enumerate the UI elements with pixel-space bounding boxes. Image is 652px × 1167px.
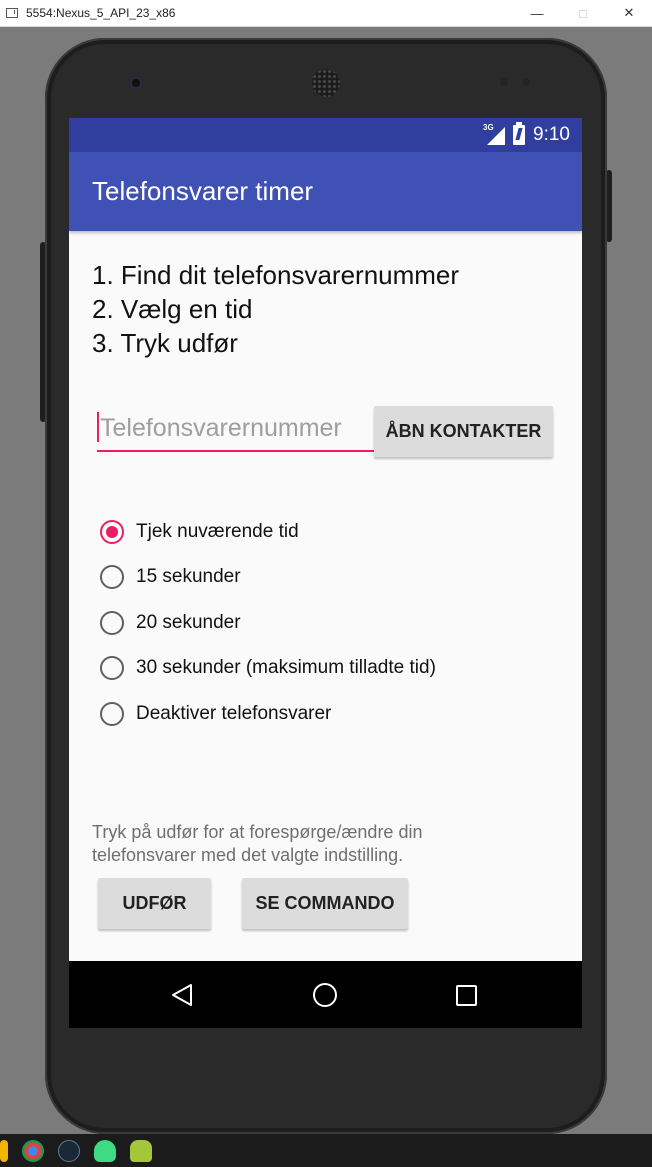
steam-icon[interactable] xyxy=(58,1139,80,1162)
voicemail-number-placeholder: Telefonsvarernummer xyxy=(100,414,342,442)
home-icon[interactable] xyxy=(313,983,337,1007)
time-radio-group: Tjek nuværende tid 15 sekunder 20 sekund… xyxy=(100,509,436,737)
android-emulator-icon[interactable] xyxy=(130,1139,152,1162)
front-camera xyxy=(129,76,143,90)
window-app-icon xyxy=(6,8,18,18)
radio-button[interactable] xyxy=(100,701,124,726)
app-bar: Telefonsvarer timer xyxy=(69,152,582,231)
proximity-sensor xyxy=(500,78,508,86)
status-clock: 9:10 xyxy=(533,124,570,145)
app-title: Telefonsvarer timer xyxy=(92,176,314,206)
radio-15-seconds[interactable]: 15 sekunder xyxy=(100,555,436,601)
radio-button[interactable] xyxy=(100,565,124,590)
light-sensor xyxy=(522,78,530,86)
radio-button[interactable] xyxy=(100,610,124,635)
radio-label: 30 sekunder (maksimum tilladte tid) xyxy=(136,657,436,679)
back-icon[interactable] xyxy=(171,983,193,1007)
window-titlebar: 5554:Nexus_5_API_23_x86 — □ ✕ xyxy=(0,0,652,27)
instruction-step-2: 2. Vælg en tid xyxy=(92,294,253,324)
radio-button[interactable] xyxy=(100,656,124,681)
radio-label: Tjek nuværende tid xyxy=(136,520,299,542)
radio-disable-voicemail[interactable]: Deaktiver telefonsvarer xyxy=(100,691,436,737)
chrome-icon[interactable] xyxy=(22,1139,44,1162)
android-studio-icon[interactable] xyxy=(94,1139,116,1162)
signal-icon: 3G xyxy=(483,123,506,145)
hint-text: Tryk på udfør for at forespørge/ændre di… xyxy=(92,822,423,865)
instruction-step-1: 1. Find dit telefonsvarernummer xyxy=(92,260,460,290)
maximize-button: □ xyxy=(579,5,587,21)
window-title: 5554:Nexus_5_API_23_x86 xyxy=(26,6,176,20)
radio-check-current-time[interactable]: Tjek nuværende tid xyxy=(100,509,436,555)
navigation-bar xyxy=(69,961,582,1028)
windows-taskbar xyxy=(0,1134,652,1167)
minimize-button[interactable]: — xyxy=(514,0,560,26)
battery-charging-icon xyxy=(513,122,526,145)
instruction-step-3: 3. Tryk udfør xyxy=(92,328,238,358)
status-bar: 3G 9:10 xyxy=(69,118,582,152)
radio-30-seconds[interactable]: 30 sekunder (maksimum tilladte tid) xyxy=(100,646,436,692)
execute-button[interactable]: UDFØR xyxy=(98,878,211,929)
text-cursor xyxy=(97,412,99,442)
close-button[interactable]: ✕ xyxy=(606,0,652,26)
windows-logo-icon[interactable] xyxy=(0,1139,8,1162)
signal-strength-icon xyxy=(487,127,506,145)
voicemail-number-input[interactable]: Telefonsvarernummer xyxy=(97,408,374,452)
window-controls: — □ ✕ xyxy=(514,0,652,26)
radio-label: 15 sekunder xyxy=(136,566,241,588)
radio-label: Deaktiver telefonsvarer xyxy=(136,702,332,724)
recents-icon[interactable] xyxy=(456,985,477,1006)
open-contacts-button[interactable]: ÅBN KONTAKTER xyxy=(374,406,553,457)
show-command-button[interactable]: SE COMMANDO xyxy=(242,878,408,929)
earpiece-speaker xyxy=(312,69,340,97)
radio-button-checked[interactable] xyxy=(100,519,124,544)
radio-label: 20 sekunder xyxy=(136,611,241,633)
radio-20-seconds[interactable]: 20 sekunder xyxy=(100,600,436,646)
status-icons: 3G 9:10 xyxy=(483,118,570,152)
phone-screen: 3G 9:10 Telefonsvarer timer 1. Find dit … xyxy=(69,118,582,1028)
instructions: 1. Find dit telefonsvarernummer 2. Vælg … xyxy=(92,258,459,360)
